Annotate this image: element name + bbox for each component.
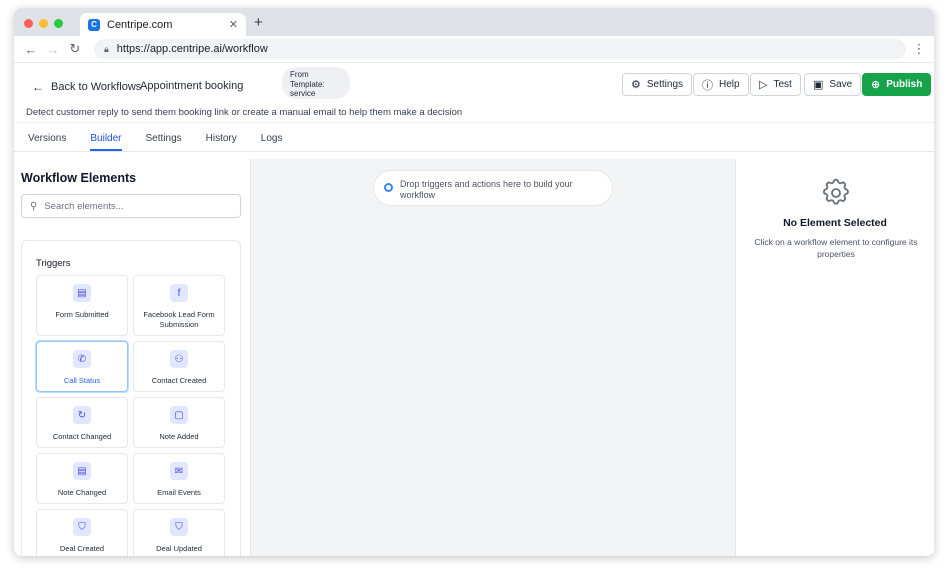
triggers-section-title: Triggers: [36, 258, 71, 269]
close-tab-icon[interactable]: ✕: [229, 18, 238, 31]
element-note-added[interactable]: ▢ Note Added: [133, 397, 225, 448]
tab-logs[interactable]: Logs: [261, 133, 283, 151]
element-label: Contact Created: [151, 376, 207, 385]
play-icon: ▷: [759, 79, 768, 91]
document-icon: ▤: [73, 462, 91, 480]
workflow-description: Detect customer reply to send them booki…: [26, 107, 463, 118]
back-link-label: Back to Workflows: [51, 81, 142, 93]
element-contact-created[interactable]: ⚇ Contact Created: [133, 341, 225, 392]
document-icon: ▤: [73, 284, 91, 302]
element-label: Deal Created: [59, 544, 105, 553]
centripe-favicon-icon: C: [88, 18, 100, 31]
url-field[interactable]: 🔒︎ https://app.centripe.ai/workflow: [94, 39, 906, 59]
gear-icon: [823, 178, 849, 205]
settings-button[interactable]: ⚙ Settings: [622, 73, 693, 96]
element-contact-changed[interactable]: ↻ Contact Changed: [36, 397, 128, 448]
publish-button-label: Publish: [886, 79, 923, 90]
new-tab-icon[interactable]: +: [254, 15, 263, 30]
user-plus-icon: ⚇: [170, 350, 188, 368]
sidebar-title: Workflow Elements: [21, 171, 137, 185]
element-label: Note Added: [159, 432, 199, 441]
back-to-workflows-link[interactable]: ← Back to Workflows: [32, 80, 141, 94]
facebook-icon: f: [170, 284, 188, 302]
reload-icon[interactable]: ↻: [66, 41, 84, 57]
arrow-left-icon: ←: [32, 80, 44, 94]
tab-versions[interactable]: Versions: [28, 133, 66, 151]
element-email-events[interactable]: ✉ Email Events: [133, 453, 225, 504]
mail-icon: ✉: [170, 462, 188, 480]
help-button[interactable]: ⓘ Help: [693, 73, 749, 96]
element-form-submitted[interactable]: ▤ Form Submitted: [36, 275, 128, 336]
target-icon: [384, 183, 393, 192]
element-label: Contact Changed: [52, 432, 112, 441]
builder-main: Workflow Elements ⚲ Triggers ▤ Form Subm…: [14, 159, 934, 556]
element-facebook-lead-form-submission[interactable]: f Facebook Lead Form Submission: [133, 275, 225, 336]
workflow-name: Appointment booking: [140, 80, 244, 92]
template-badge: From Template: service: [282, 67, 350, 99]
phone-icon: ✆: [73, 350, 91, 368]
note-icon: ▢: [170, 406, 188, 424]
settings-button-label: Settings: [646, 79, 684, 90]
close-window-button[interactable]: [24, 19, 33, 28]
test-button-label: Test: [773, 79, 792, 90]
globe-icon: ⊕: [871, 79, 881, 91]
browser-tab-bar: C Centripe.com ✕ +: [14, 8, 934, 36]
save-icon: ▣: [813, 79, 824, 91]
minimize-window-button[interactable]: [39, 19, 48, 28]
no-element-selected-title: No Element Selected: [783, 217, 887, 229]
element-label: Form Submitted: [55, 310, 109, 319]
forward-arrow-icon[interactable]: →: [44, 42, 62, 57]
element-label: Facebook Lead Form Submission: [143, 310, 215, 329]
save-button-label: Save: [829, 79, 853, 90]
element-deal-created[interactable]: ⛉ Deal Created: [36, 509, 128, 556]
element-deal-updated[interactable]: ⛉ Deal Updated: [133, 509, 225, 556]
back-arrow-icon[interactable]: ←: [22, 42, 40, 57]
browser-window: C Centripe.com ✕ + ← → ↻ 🔒︎ https://app.…: [14, 8, 934, 556]
tab-title: Centripe.com: [107, 18, 173, 31]
element-label: Deal Updated: [156, 544, 202, 553]
triggers-panel: Triggers ▤ Form Submitted f Facebook Lea…: [21, 240, 241, 556]
app-header: ← Back to Workflows Appointment booking …: [14, 63, 934, 123]
publish-button[interactable]: ⊕ Publish: [862, 73, 932, 96]
handshake-icon: ⛉: [73, 518, 91, 536]
triggers-grid: ▤ Form Submitted f Facebook Lead Form Su…: [36, 275, 225, 556]
workflow-elements-sidebar: Workflow Elements ⚲ Triggers ▤ Form Subm…: [14, 159, 251, 556]
tab-settings[interactable]: Settings: [146, 133, 182, 151]
help-circle-icon: ⓘ: [702, 79, 713, 92]
save-button[interactable]: ▣ Save: [804, 73, 862, 96]
template-badge-line3: service: [290, 89, 316, 98]
search-elements-input[interactable]: [44, 200, 225, 212]
search-elements-field[interactable]: ⚲: [21, 194, 241, 218]
element-call-status[interactable]: ✆ Call Status: [36, 341, 128, 392]
element-label: Email Events: [157, 488, 201, 497]
no-element-selected-subtitle: Click on a workflow element to configure…: [754, 237, 918, 259]
tab-history[interactable]: History: [206, 133, 237, 151]
browser-menu-icon[interactable]: ⋮: [912, 41, 926, 57]
refresh-icon: ↻: [73, 406, 91, 424]
maximize-window-button[interactable]: [54, 19, 63, 28]
element-note-changed[interactable]: ▤ Note Changed: [36, 453, 128, 504]
element-label: Note Changed: [57, 488, 107, 497]
url-text: https://app.centripe.ai/workflow: [116, 43, 268, 55]
search-icon: ⚲: [30, 200, 38, 212]
browser-tab[interactable]: C Centripe.com ✕: [80, 13, 246, 36]
canvas-drop-hint: Drop triggers and actions here to build …: [373, 170, 613, 206]
template-badge-line1: From: [290, 70, 309, 79]
address-bar: ← → ↻ 🔒︎ https://app.centripe.ai/workflo…: [14, 36, 934, 63]
handshake-icon: ⛉: [170, 518, 188, 536]
tab-builder[interactable]: Builder: [90, 133, 122, 151]
help-button-label: Help: [719, 79, 740, 90]
workflow-canvas[interactable]: Drop triggers and actions here to build …: [251, 159, 735, 556]
canvas-hint-text: Drop triggers and actions here to build …: [400, 179, 573, 200]
template-badge-line2: Template:: [290, 79, 325, 89]
properties-panel: No Element Selected Click on a workflow …: [735, 159, 934, 556]
lock-icon: 🔒︎: [104, 43, 109, 54]
element-label: Call Status: [63, 376, 101, 385]
test-button[interactable]: ▷ Test: [750, 73, 801, 96]
gear-icon: ⚙: [631, 79, 641, 91]
workflow-tabs: Versions Builder Settings History Logs: [14, 123, 934, 152]
